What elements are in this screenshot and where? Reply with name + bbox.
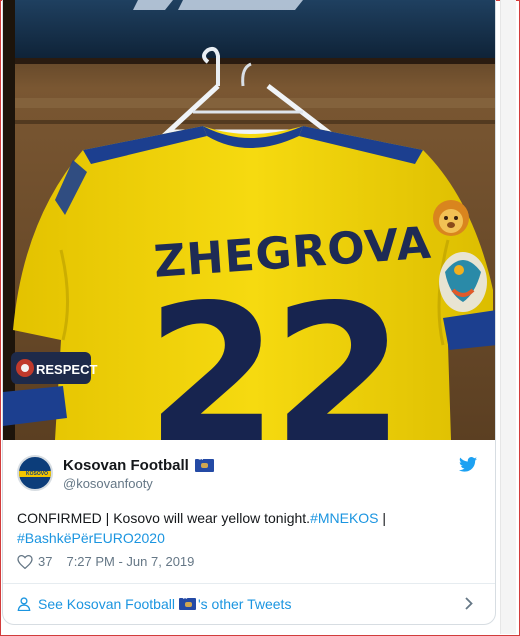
author-name-row[interactable]: Kosovan Football (63, 455, 214, 474)
hashtag-bashkeper[interactable]: #BashkëPërEURO2020 (17, 530, 165, 546)
embedded-tweet-card[interactable]: RESPECT ZHEGROVA 22 KOSOVO Kosovan Footb… (2, 0, 496, 625)
euro2020-badge (439, 252, 487, 312)
respect-patch: RESPECT (11, 352, 97, 384)
tweet-text: CONFIRMED | Kosovo will wear yellow toni… (17, 508, 477, 548)
hashtag-mnekos[interactable]: #MNEKOS (310, 510, 378, 526)
footer-divider (3, 583, 495, 584)
tweet-separator: | (378, 510, 387, 526)
tweet-photo[interactable]: RESPECT ZHEGROVA 22 (3, 0, 495, 440)
tweet-meta: 37 7:27 PM - Jun 7, 2019 (17, 554, 194, 569)
twitter-bird-icon[interactable] (459, 457, 477, 472)
tweet-timestamp[interactable]: 7:27 PM - Jun 7, 2019 (66, 554, 194, 569)
author-handle[interactable]: @kosovanfooty (63, 476, 153, 491)
avatar[interactable]: KOSOVO (17, 455, 53, 491)
see-other-tweets-suffix[interactable]: 's other Tweets (198, 596, 291, 612)
kosovo-flag-icon (178, 594, 196, 610)
tweet-text-plain: CONFIRMED | Kosovo will wear yellow toni… (17, 510, 311, 526)
kosovo-federation-logo-icon: KOSOVO (26, 471, 48, 477)
shirt-number-text: 22 (146, 264, 398, 440)
heart-icon[interactable] (17, 554, 33, 569)
respect-patch-text: RESPECT (36, 362, 97, 377)
see-other-tweets-link[interactable]: See Kosovan Football 's other Tweets (17, 594, 483, 614)
scrollbar[interactable] (500, 0, 516, 634)
person-icon (17, 597, 31, 611)
lion-emoji-icon (433, 200, 469, 236)
like-count[interactable]: 37 (38, 554, 52, 569)
tweet-author[interactable]: KOSOVO Kosovan Football @kosovanfooty (17, 455, 487, 495)
chevron-right-icon[interactable] (465, 597, 473, 610)
kosovo-flag-icon (194, 455, 214, 472)
see-other-tweets-prefix[interactable]: See Kosovan Football (38, 596, 175, 612)
display-name[interactable]: Kosovan Football (63, 457, 189, 474)
